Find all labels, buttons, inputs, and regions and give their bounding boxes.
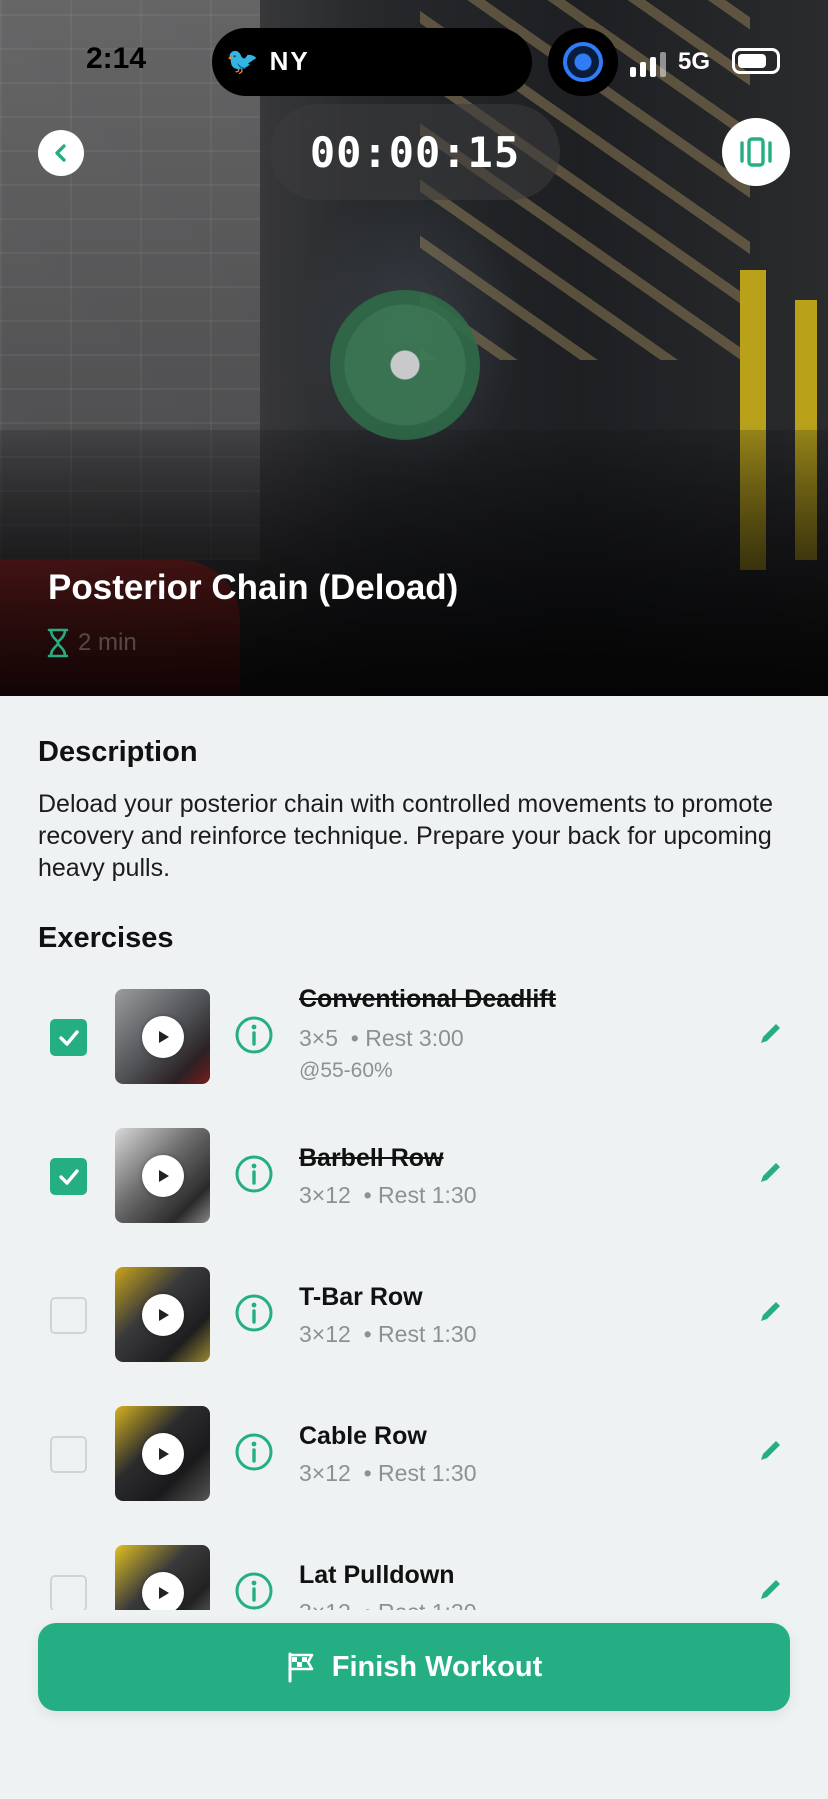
- network-label: 5G: [678, 48, 711, 75]
- finish-workout-label: Finish Workout: [331, 1650, 543, 1683]
- finish-workout-button[interactable]: Finish Workout: [38, 1623, 790, 1711]
- exercise-row[interactable]: Conventional Deadlift 3×5 • Rest 3:00 @5…: [0, 985, 828, 1085]
- exercise-name: Conventional Deadlift: [299, 985, 556, 1013]
- exercise-row[interactable]: T-Bar Row 3×12 • Rest 1:30: [0, 1263, 828, 1363]
- exercise-checkbox[interactable]: [50, 1575, 87, 1612]
- check-icon: [58, 1168, 79, 1185]
- play-icon: [141, 1432, 184, 1475]
- checkered-flag-icon: [288, 1652, 314, 1683]
- workout-duration: 2 min: [46, 628, 137, 658]
- exercise-meta: 3×5 • Rest 3:00: [299, 1025, 464, 1052]
- play-icon: [141, 1154, 184, 1197]
- view-toggle-button[interactable]: [722, 118, 790, 186]
- exercise-name: T-Bar Row: [299, 1283, 423, 1311]
- exercise-meta: 3×12 • Rest 1:30: [299, 1321, 476, 1348]
- hourglass-icon: [47, 628, 69, 658]
- info-icon[interactable]: [234, 1571, 274, 1611]
- exercise-rest: • Rest 1:30: [363, 1182, 477, 1208]
- exercise-rest: • Rest 3:00: [350, 1025, 464, 1051]
- exercise-scheme: 3×12: [299, 1321, 351, 1347]
- duration-label: 2 min: [78, 629, 137, 656]
- status-time: 2:14: [86, 42, 147, 75]
- exercise-scheme: 3×5: [299, 1025, 339, 1051]
- exercise-thumbnail[interactable]: [115, 1267, 210, 1362]
- info-icon[interactable]: [234, 1154, 274, 1194]
- battery-icon: [732, 48, 780, 74]
- exercise-checkbox[interactable]: [50, 1436, 87, 1473]
- pencil-icon[interactable]: [756, 1437, 784, 1465]
- exercise-thumbnail[interactable]: [115, 1128, 210, 1223]
- chevron-left-icon: [55, 144, 66, 162]
- workout-timer: 00:00:15: [270, 104, 560, 200]
- exercise-name: Lat Pulldown: [299, 1561, 455, 1589]
- exercise-checkbox[interactable]: [50, 1019, 87, 1056]
- exercise-row[interactable]: Barbell Row 3×12 • Rest 1:30: [0, 1124, 828, 1224]
- pencil-icon[interactable]: [756, 1298, 784, 1326]
- carousel-icon: [740, 137, 772, 167]
- exercise-row[interactable]: Cable Row 3×12 • Rest 1:30: [0, 1402, 828, 1502]
- exercise-thumbnail[interactable]: [115, 989, 210, 1084]
- description-text: Deload your posterior chain with control…: [38, 790, 774, 882]
- exercises-heading: Exercises: [38, 922, 174, 954]
- back-button[interactable]: [38, 130, 84, 176]
- hero-weight-plate: [330, 290, 480, 440]
- play-icon: [141, 1293, 184, 1336]
- exercise-name: Cable Row: [299, 1422, 427, 1450]
- play-icon: [141, 1015, 184, 1058]
- soccer-ball-icon: [563, 42, 603, 82]
- exercise-scheme: 3×12: [299, 1460, 351, 1486]
- exercise-scheme: 3×12: [299, 1182, 351, 1208]
- team-logos: 🐦 NY: [226, 46, 310, 76]
- exercise-rest: • Rest 1:30: [363, 1321, 477, 1347]
- pencil-icon[interactable]: [756, 1020, 784, 1048]
- play-icon: [141, 1571, 184, 1614]
- exercise-checkbox[interactable]: [50, 1158, 87, 1195]
- pencil-icon[interactable]: [756, 1576, 784, 1604]
- description-heading: Description: [38, 736, 198, 768]
- exercise-meta: 3×12 • Rest 1:30: [299, 1460, 476, 1487]
- exercise-meta: 3×12 • Rest 1:30: [299, 1182, 476, 1209]
- check-icon: [58, 1029, 79, 1046]
- exercise-name: Barbell Row: [299, 1144, 444, 1172]
- signal-icon: [630, 52, 666, 77]
- exercise-checkbox[interactable]: [50, 1297, 87, 1334]
- exercise-rest: • Rest 1:30: [363, 1460, 477, 1486]
- live-activity: [548, 28, 618, 96]
- exercise-thumbnail[interactable]: [115, 1406, 210, 1501]
- workout-title: Posterior Chain (Deload): [48, 568, 459, 607]
- info-icon[interactable]: [234, 1015, 274, 1055]
- exercise-note: @55-60%: [299, 1059, 393, 1082]
- pencil-icon[interactable]: [756, 1159, 784, 1187]
- info-icon[interactable]: [234, 1432, 274, 1472]
- info-icon[interactable]: [234, 1293, 274, 1333]
